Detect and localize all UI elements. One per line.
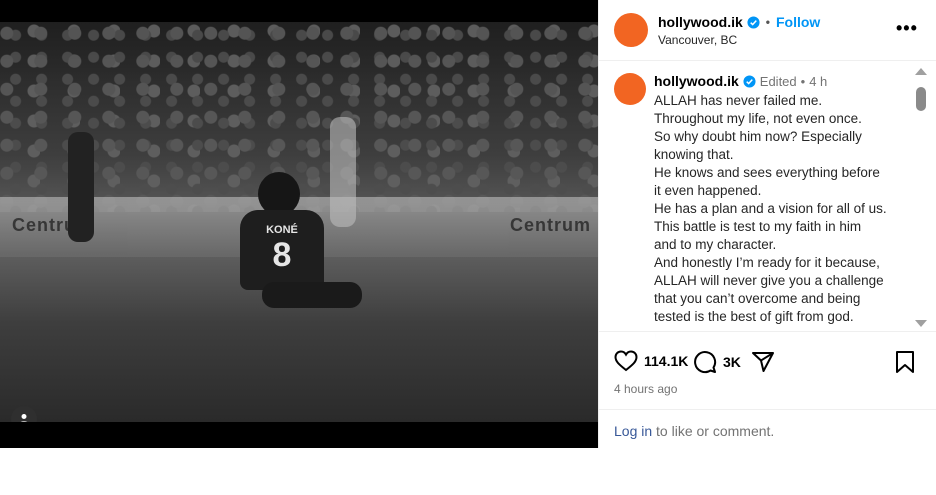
player-legs xyxy=(262,282,362,308)
header-user: hollywood.ik • Follow xyxy=(658,14,820,30)
comment-count: 3K xyxy=(723,354,741,370)
verified-badge-icon xyxy=(747,15,760,29)
person-icon xyxy=(20,414,28,422)
comment-group: 3K xyxy=(693,350,741,374)
meta-dot: • xyxy=(800,73,806,89)
caption-line: And honestly I’m ready for it because, xyxy=(654,255,880,270)
caption-line: it even happened. xyxy=(654,183,762,198)
follow-button[interactable]: Follow xyxy=(776,14,820,30)
seated-player: KONÉ 8 xyxy=(222,172,362,312)
login-prompt-text: to like or comment. xyxy=(652,423,775,439)
comment-time: 4 h xyxy=(809,73,828,89)
location-link[interactable]: Vancouver, BC xyxy=(658,33,737,47)
save-group xyxy=(895,350,915,374)
like-count: 114.1K xyxy=(644,353,689,369)
caption-comment: hollywood.ik Edited • 4 h ALLAH has neve… xyxy=(599,61,929,331)
scroll-thumb[interactable] xyxy=(916,87,926,111)
separator-dot: • xyxy=(765,15,770,29)
heart-icon[interactable] xyxy=(614,350,638,372)
caption-line: tested is the best of gift from god. xyxy=(654,309,854,324)
caption-line: and to my character. xyxy=(654,237,777,252)
post-photo: Centrum Centrum KONÉ 8 xyxy=(0,22,598,422)
avatar[interactable] xyxy=(614,13,648,47)
post-timestamp[interactable]: 4 hours ago xyxy=(614,382,677,396)
verified-badge-icon xyxy=(743,74,756,88)
caption-line: ALLAH will never give you a challenge xyxy=(654,273,884,288)
post-media[interactable]: Centrum Centrum KONÉ 8 xyxy=(0,0,598,448)
caption-line: He knows and sees everything before xyxy=(654,165,880,180)
scroll-up-icon[interactable] xyxy=(915,68,927,75)
caption-line: He has a plan and a vision for all of us… xyxy=(654,201,887,216)
comment-avatar[interactable] xyxy=(614,73,646,105)
share-icon[interactable] xyxy=(751,350,775,374)
scroll-down-icon[interactable] xyxy=(915,320,927,327)
comment-scrollbar[interactable] xyxy=(913,65,929,329)
comment-username[interactable]: hollywood.ik xyxy=(654,73,739,89)
board-text: Centrum xyxy=(510,215,592,235)
username-link[interactable]: hollywood.ik xyxy=(658,14,743,30)
caption-line: ALLAH has never failed me. xyxy=(654,93,823,108)
jersey-name: KONÉ xyxy=(266,224,298,236)
comment-icon[interactable] xyxy=(693,350,717,374)
caption-text: ALLAH has never failed me. Throughout my… xyxy=(654,92,904,326)
comment-header: hollywood.ik Edited • 4 h xyxy=(654,73,827,89)
caption-line: knowing that. xyxy=(654,147,734,162)
edited-label: Edited xyxy=(759,73,797,89)
caption-line: So why doubt him now? Especially xyxy=(654,129,862,144)
like-group: 114.1K xyxy=(614,350,688,372)
caption-line: This battle is test to my faith in him xyxy=(654,219,862,234)
post-header: hollywood.ik • Follow Vancouver, BC ••• xyxy=(599,0,936,61)
login-prompt: Log in to like or comment. xyxy=(599,409,936,452)
background-player xyxy=(68,132,94,242)
post-sidebar: hollywood.ik • Follow Vancouver, BC ••• … xyxy=(598,0,936,448)
jersey-number: 8 xyxy=(272,236,292,274)
more-options-icon[interactable]: ••• xyxy=(896,18,918,39)
share-group xyxy=(751,350,775,374)
caption-line: that you can’t overcome and being xyxy=(654,291,861,306)
player-jersey: KONÉ 8 xyxy=(240,210,324,290)
caption-line: Throughout my life, not even once. xyxy=(654,111,862,126)
bookmark-icon[interactable] xyxy=(895,350,915,374)
login-link[interactable]: Log in xyxy=(614,423,652,439)
post-actions: 114.1K 3K 4 hours ago Log in to like or … xyxy=(599,331,936,448)
